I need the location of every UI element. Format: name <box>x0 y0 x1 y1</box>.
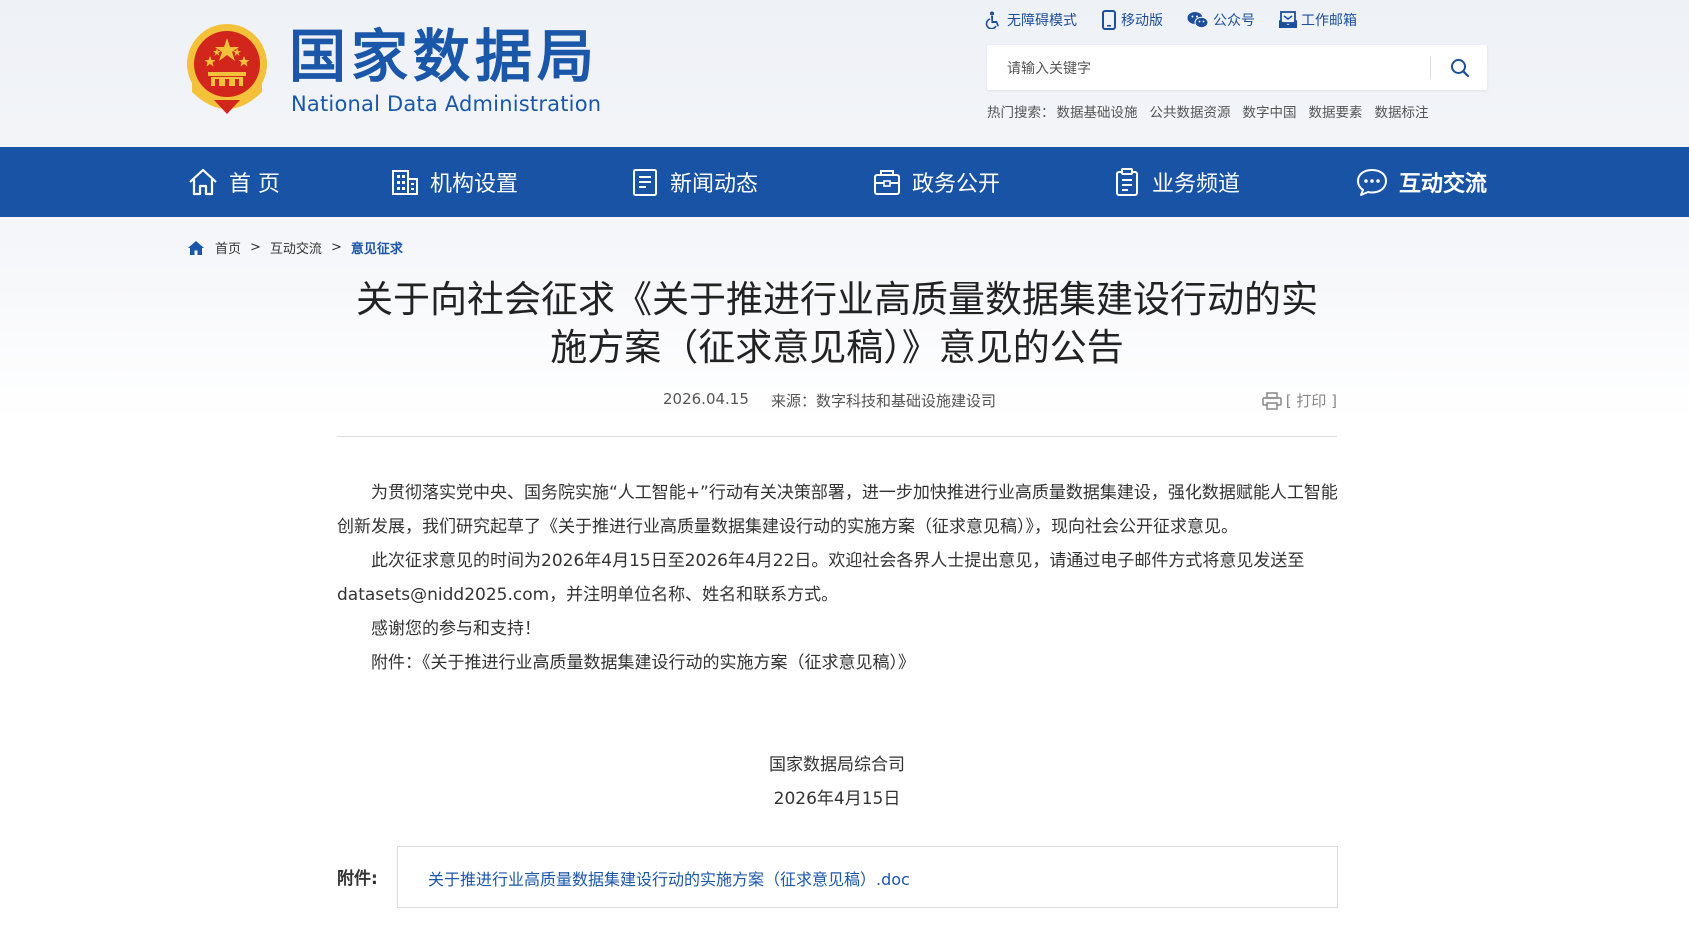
accessibility-link[interactable]: 无障碍模式 <box>985 10 1077 30</box>
chat-icon <box>1357 169 1387 196</box>
article-paragraph: 此次征求意见的时间为2026年4月15日至2026年4月22日。欢迎社会各界人士… <box>337 551 1305 605</box>
home-icon[interactable] <box>187 240 205 256</box>
clipboard-icon <box>1116 168 1138 196</box>
breadcrumb: 首页 > 互动交流 > 意见征求 <box>187 238 403 257</box>
search-input[interactable] <box>1005 45 1409 92</box>
accessibility-icon <box>985 11 999 29</box>
article-paragraph: 为贯彻落实党中央、国务院实施“人工智能+”行动有关决策部署，进一步加快推进行业高… <box>337 483 1338 537</box>
home-icon <box>189 168 217 196</box>
site-name-cn[interactable]: 国家数据局 <box>289 22 599 92</box>
article-meta: 2026.04.15 来源：数字科技和基础设施建设司 [ 打印 ] <box>337 390 1337 412</box>
wechat-label: 公众号 <box>1213 13 1255 29</box>
mail-icon <box>1279 11 1297 28</box>
signature-org: 国家数据局综合司 <box>769 755 905 775</box>
nav-label: 业务频道 <box>1152 172 1241 197</box>
work-mail-link[interactable]: 工作邮箱 <box>1279 10 1357 30</box>
briefcase-icon <box>874 170 900 195</box>
nav-item-business[interactable]: 业务频道 <box>1112 147 1240 217</box>
national-emblem-icon <box>187 24 267 114</box>
nav-item-organization[interactable]: 机构设置 <box>390 147 518 217</box>
hot-search-term[interactable]: 数据要素 <box>1309 101 1363 121</box>
article-title: 关于向社会征求《关于推进行业高质量数据集建设行动的实 施方案（征求意见稿）》意见… <box>337 276 1337 372</box>
hot-search: 热门搜索： 数据基础设施 公共数据资源 数字中国 数据要素 数据标注 <box>987 101 1441 121</box>
search-box <box>987 45 1487 92</box>
main-nav: 首 页 机构设置 新闻动态 政务公开 业务频道 互动交流 <box>0 147 1689 217</box>
search-button[interactable] <box>1433 45 1487 90</box>
accessibility-label: 无障碍模式 <box>1007 13 1077 29</box>
nav-label: 机构设置 <box>430 172 519 197</box>
breadcrumb-home[interactable]: 首页 <box>215 238 241 257</box>
nav-item-interaction[interactable]: 互动交流 <box>1355 147 1487 217</box>
hot-search-term[interactable]: 数据基础设施 <box>1057 101 1138 121</box>
breadcrumb-interaction[interactable]: 互动交流 <box>270 238 322 257</box>
breadcrumb-current[interactable]: 意见征求 <box>351 238 403 257</box>
hot-search-term[interactable]: 数字中国 <box>1243 101 1297 121</box>
attachment-box: 关于推进行业高质量数据集建设行动的实施方案（征求意见稿）.doc <box>397 846 1338 908</box>
search-divider <box>1430 56 1431 79</box>
article-body: 为贯彻落实党中央、国务院实施“人工智能+”行动有关决策部署，进一步加快推进行业高… <box>337 476 1340 680</box>
hot-search-term[interactable]: 公共数据资源 <box>1150 101 1231 121</box>
nav-item-government-affairs[interactable]: 政务公开 <box>872 147 1000 217</box>
article-paragraph: 感谢您的参与和支持！ <box>371 619 541 639</box>
article-signature: 国家数据局综合司 2026年4月15日 <box>337 748 1337 816</box>
mobile-icon <box>1102 10 1116 30</box>
site-header: 国家数据局 National Data Administration 无障碍模式… <box>0 0 1689 146</box>
printer-icon <box>1262 391 1282 410</box>
nav-item-news[interactable]: 新闻动态 <box>630 147 758 217</box>
signature-date: 2026年4月15日 <box>773 789 901 809</box>
breadcrumb-separator: > <box>330 240 342 255</box>
article-source: 来源：数字科技和基础设施建设司 <box>771 392 997 410</box>
attachment-link[interactable]: 关于推进行业高质量数据集建设行动的实施方案（征求意见稿）.doc <box>428 866 910 890</box>
site-name-en: National Data Administration <box>291 92 602 116</box>
hot-search-term[interactable]: 数据标注 <box>1375 101 1429 121</box>
wechat-link[interactable]: 公众号 <box>1187 10 1255 30</box>
article-title-line: 关于向社会征求《关于推进行业高质量数据集建设行动的实 <box>356 278 1318 321</box>
nav-label: 互动交流 <box>1399 172 1488 197</box>
article-paragraph: 附件：《关于推进行业高质量数据集建设行动的实施方案（征求意见稿）》 <box>371 653 915 673</box>
wechat-icon <box>1187 12 1209 29</box>
nav-label: 首 页 <box>229 172 280 197</box>
print-label: [ 打印 ] <box>1285 392 1337 410</box>
nav-label: 政务公开 <box>912 172 1001 197</box>
attachment-label: 附件: <box>337 869 378 889</box>
mobile-link[interactable]: 移动版 <box>1101 10 1163 30</box>
article-date: 2026.04.15 <box>663 390 749 408</box>
nav-item-home[interactable]: 首 页 <box>187 147 280 217</box>
print-button[interactable]: [ 打印 ] <box>1262 390 1337 411</box>
work-mail-label: 工作邮箱 <box>1301 13 1357 29</box>
news-icon <box>633 169 657 196</box>
mobile-label: 移动版 <box>1121 13 1163 29</box>
search-icon <box>1451 58 1470 77</box>
hot-search-label: 热门搜索： <box>987 105 1055 121</box>
utility-links: 无障碍模式 移动版 公众号 工作邮箱 <box>985 8 1381 32</box>
building-icon <box>392 170 418 195</box>
breadcrumb-separator: > <box>250 240 261 255</box>
nav-label: 新闻动态 <box>670 172 759 197</box>
article-title-line: 施方案（征求意见稿）》意见的公告 <box>550 326 1124 369</box>
divider <box>337 436 1337 437</box>
